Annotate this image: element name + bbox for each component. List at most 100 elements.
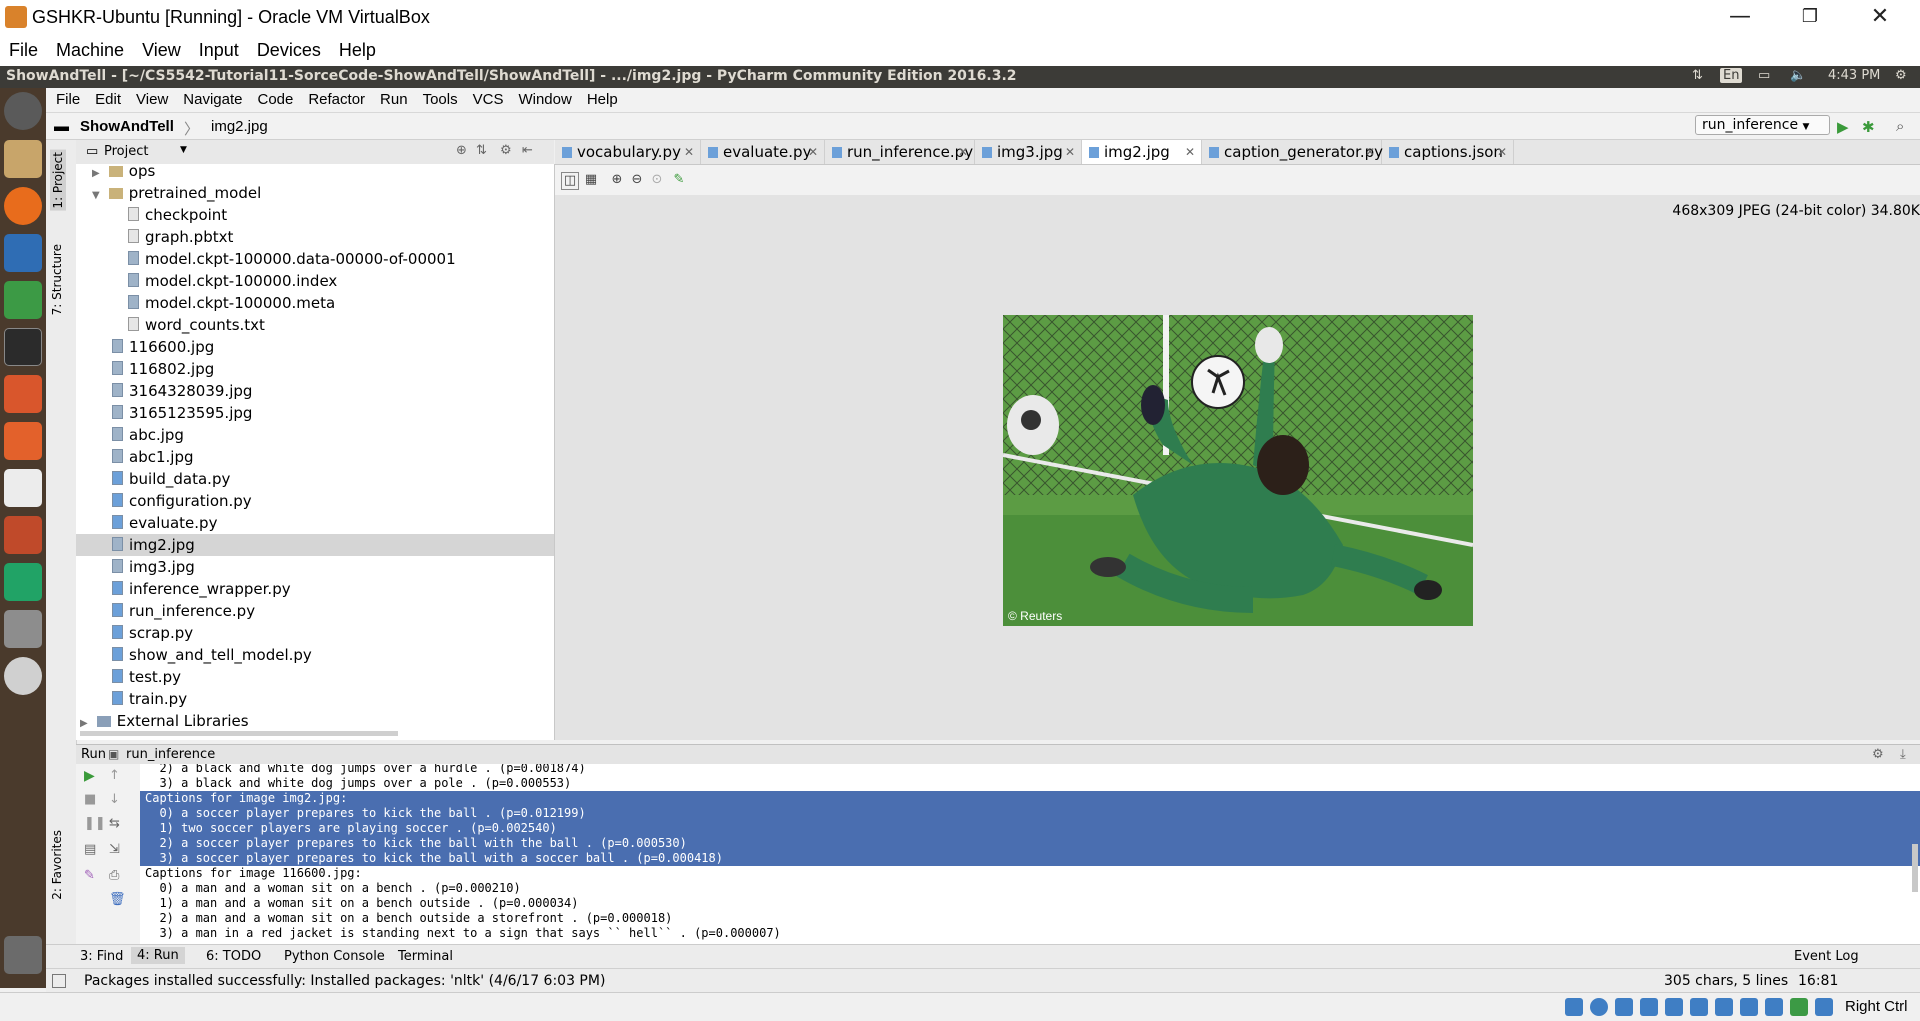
drive-icon[interactable] — [4, 610, 42, 648]
editor-tab[interactable]: img3.jpg ✕ — [975, 140, 1082, 164]
project-tree-item[interactable]: img2.jpg — [76, 534, 554, 556]
menu-file[interactable]: File — [46, 88, 85, 108]
project-tree-item[interactable]: test.py — [112, 666, 181, 688]
system-settings-icon[interactable] — [4, 516, 42, 554]
menu-view[interactable]: View — [126, 88, 173, 108]
keyboard-capture-icon[interactable] — [1815, 998, 1833, 1016]
project-tree-item[interactable]: 116802.jpg — [112, 358, 214, 380]
tab-project[interactable]: 1: Project — [50, 150, 66, 211]
print-icon[interactable]: ⎙ — [109, 868, 119, 883]
caret-position[interactable]: 16:81 — [1798, 973, 1838, 989]
project-tree-item[interactable]: scrap.py — [112, 622, 193, 644]
search-icon[interactable]: ⌕ — [1896, 118, 1904, 135]
run-config-select[interactable]: run_inference ▼ — [1695, 115, 1830, 135]
software-center-icon[interactable] — [4, 422, 42, 460]
libreoffice-writer-icon[interactable] — [4, 234, 42, 272]
project-tree-item[interactable]: graph.pbtxt — [128, 226, 233, 248]
project-tree-item[interactable]: ▼ pretrained_model — [92, 182, 261, 204]
project-tree-item[interactable]: show_and_tell_model.py — [112, 644, 312, 666]
close-tab-icon[interactable]: ✕ — [1497, 140, 1507, 164]
network-transfer-icon[interactable]: ⇅ — [1692, 68, 1703, 83]
project-horizontal-scrollbar[interactable] — [80, 731, 398, 736]
tab-event-log[interactable]: Event Log — [1794, 949, 1859, 964]
menu-run[interactable]: Run — [370, 88, 413, 108]
close-tab-icon[interactable]: ✕ — [1185, 140, 1195, 164]
project-tree-item[interactable]: 3165123595.jpg — [112, 402, 252, 424]
tab-terminal[interactable]: Terminal — [398, 949, 453, 964]
chevron-down-icon[interactable]: ▼ — [180, 145, 187, 155]
tab-run[interactable]: 4: Run — [131, 947, 185, 964]
tab-favorites[interactable]: 2: Favorites — [50, 830, 64, 900]
network-icon[interactable] — [1640, 998, 1658, 1016]
keyboard-layout-indicator[interactable]: En — [1720, 68, 1743, 83]
pin-icon[interactable]: ✎ — [84, 868, 95, 883]
chevron-down-icon[interactable]: ▼ — [92, 185, 104, 207]
video-capture-icon[interactable] — [1740, 998, 1758, 1016]
project-tree-item[interactable]: model.ckpt-100000.data-00000-of-00001 — [128, 248, 456, 270]
close-tab-icon[interactable]: ✕ — [1065, 140, 1075, 164]
project-tree-item[interactable]: checkpoint — [128, 204, 227, 226]
breadcrumb-project[interactable]: ShowAndTell — [80, 118, 174, 135]
audio-icon[interactable] — [1615, 998, 1633, 1016]
project-tree-item[interactable]: abc.jpg — [112, 424, 184, 446]
close-icon[interactable]: ✕ — [1850, 2, 1910, 32]
editor-tab[interactable]: caption_generator.py ✕ — [1202, 140, 1383, 164]
hard-disk-icon[interactable] — [1565, 998, 1583, 1016]
editor-tab[interactable]: img2.jpg ✕ — [1082, 140, 1202, 164]
scroll-end-icon[interactable]: ⇲ — [109, 842, 120, 857]
optical-drive-icon[interactable] — [1590, 998, 1608, 1016]
menu-refactor[interactable]: Refactor — [298, 88, 370, 108]
color-picker-icon[interactable]: ✎ — [671, 172, 687, 188]
hide-icon[interactable]: ⇤ — [522, 143, 533, 158]
project-tree-item[interactable]: build_data.py — [112, 468, 230, 490]
project-tree-item[interactable]: 116600.jpg — [112, 336, 214, 358]
debug-icon[interactable]: ✱ — [1862, 118, 1875, 136]
locate-icon[interactable]: ⊕ — [456, 143, 467, 158]
restore-icon[interactable]: ❐ — [1780, 2, 1840, 32]
close-tab-icon[interactable]: ✕ — [808, 140, 818, 164]
menu-tools[interactable]: Tools — [413, 88, 463, 108]
project-tree-item[interactable]: train.py — [112, 688, 187, 710]
project-tree-item[interactable]: abc1.jpg — [112, 446, 193, 468]
run-config-name[interactable]: run_inference — [126, 747, 215, 762]
project-tree-item[interactable]: ▶ ops — [92, 164, 155, 182]
trash-icon[interactable] — [4, 936, 42, 974]
project-tree-item[interactable]: word_counts.txt — [128, 314, 265, 336]
files-icon[interactable] — [4, 140, 42, 178]
project-tree-item[interactable]: configuration.py — [112, 490, 252, 512]
hide-panel-icon[interactable]: ⤓ — [1900, 747, 1906, 762]
vbox-menu-input[interactable]: Input — [190, 36, 248, 61]
amazon-icon[interactable] — [4, 469, 42, 507]
layout-icon[interactable]: ▤ — [84, 842, 96, 857]
close-tab-icon[interactable]: ✕ — [684, 140, 694, 164]
tab-todo[interactable]: 6: TODO — [206, 949, 261, 964]
toggle-chessboard-icon[interactable]: ◫ — [561, 172, 579, 190]
gear-icon[interactable]: ⚙ — [1872, 747, 1884, 762]
gear-icon[interactable]: ⚙ — [500, 143, 512, 158]
rerun-icon[interactable]: ▶ — [84, 768, 95, 784]
console-vertical-scrollbar[interactable] — [1912, 844, 1918, 892]
editor-tab[interactable]: run_inference.py ✕ — [825, 140, 975, 164]
stop-icon[interactable]: ■ — [84, 792, 96, 807]
tab-structure[interactable]: 7: Structure — [50, 244, 64, 315]
mouse-integration-icon[interactable] — [1790, 998, 1808, 1016]
settings-gear-icon[interactable]: ⚙ — [1895, 68, 1907, 83]
clear-icon[interactable]: 🗑 — [109, 892, 126, 907]
tab-python-console[interactable]: Python Console — [284, 949, 385, 964]
menu-window[interactable]: Window — [508, 88, 576, 108]
minimize-icon[interactable]: — — [1710, 2, 1770, 32]
vbox-menu-devices[interactable]: Devices — [248, 36, 330, 61]
project-tree-item[interactable]: evaluate.py — [112, 512, 217, 534]
zoom-in-icon[interactable]: ⊕ — [609, 172, 625, 188]
menu-help[interactable]: Help — [577, 88, 623, 108]
breadcrumb-file[interactable]: img2.jpg — [211, 118, 268, 135]
pycharm-icon[interactable] — [4, 563, 42, 601]
pause-icon[interactable]: ❚❚ — [84, 816, 106, 831]
project-tree-item[interactable]: img3.jpg — [112, 556, 195, 578]
shared-folders-icon[interactable] — [1690, 998, 1708, 1016]
tab-find[interactable]: 3: Find — [80, 949, 123, 964]
collapse-icon[interactable]: ⇅ — [476, 143, 487, 158]
libreoffice-calc-icon[interactable] — [4, 281, 42, 319]
terminal-icon[interactable] — [4, 328, 42, 366]
actual-size-icon[interactable]: ⊙ — [649, 172, 665, 188]
